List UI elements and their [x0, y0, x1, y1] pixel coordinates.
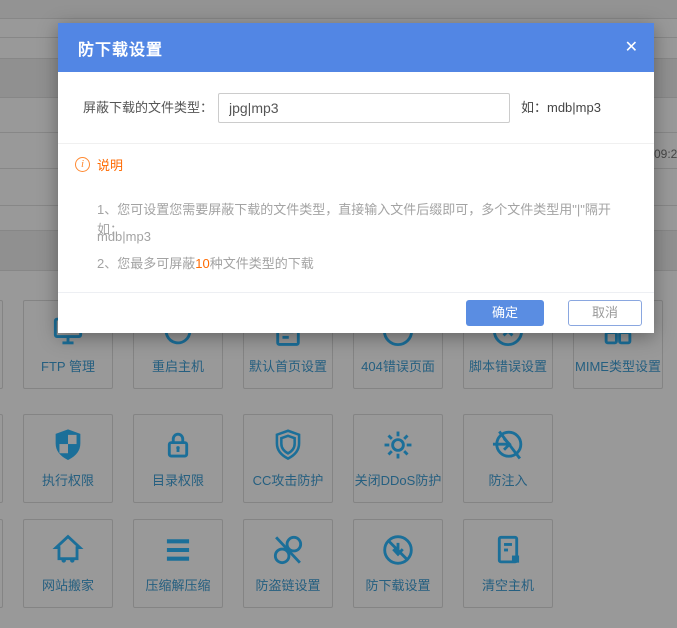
cancel-button[interactable]: 取消 — [568, 300, 642, 326]
notice-line-2: mdb|mp3 — [97, 227, 630, 247]
notice-header: i 说明 — [75, 155, 123, 174]
section-divider — [58, 143, 654, 144]
info-icon: i — [75, 157, 90, 172]
notice-line-3-suffix: 种文件类型的下载 — [210, 256, 314, 271]
dialog-header: 防下载设置 ✕ — [58, 23, 654, 72]
dialog-title: 防下载设置 — [78, 36, 163, 60]
filetype-example-hint: 如：mdb|mp3 — [521, 93, 601, 123]
notice-title: 说明 — [97, 155, 123, 174]
blocked-filetype-row: 屏蔽下载的文件类型： 如：mdb|mp3 — [58, 93, 654, 123]
notice-line-3-prefix: 2、您最多可屏蔽 — [97, 256, 195, 271]
notice-line-3-highlight: 10 — [195, 256, 209, 271]
confirm-button[interactable]: 确定 — [466, 300, 544, 326]
dialog-footer: 确定 取消 — [58, 292, 654, 333]
screen: 09:2 FTP 管理 重启主机 默认首页设置 — [0, 0, 677, 628]
blocked-filetype-input[interactable] — [218, 93, 510, 123]
notice-line-3: 2、您最多可屏蔽10种文件类型的下载 — [97, 254, 630, 274]
anti-download-settings-dialog: 防下载设置 ✕ 屏蔽下载的文件类型： 如：mdb|mp3 i 说明 1、您可设置… — [58, 23, 654, 333]
close-icon[interactable]: ✕ — [625, 40, 638, 56]
blocked-filetype-label: 屏蔽下载的文件类型： — [58, 93, 213, 123]
